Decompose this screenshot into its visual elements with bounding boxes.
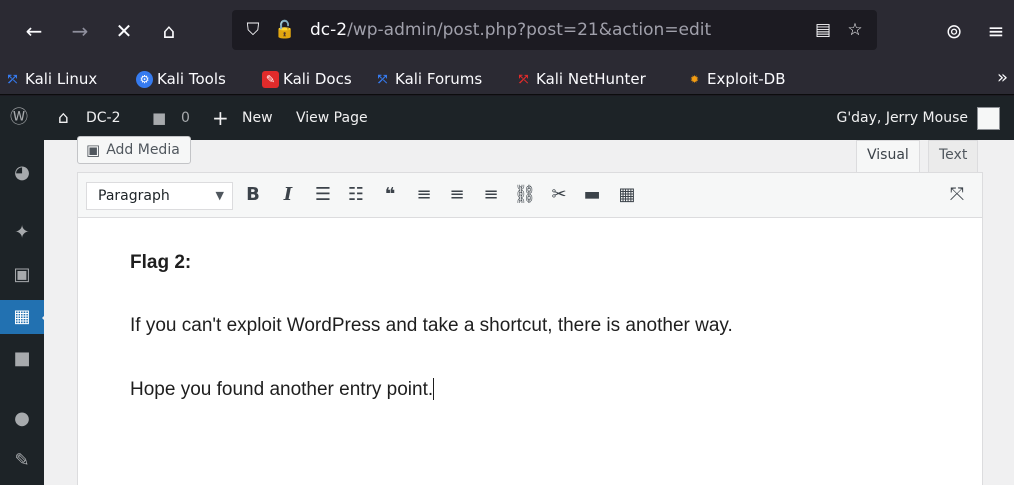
- bookmarks-overflow-icon[interactable]: »: [997, 67, 1008, 88]
- account-greeting[interactable]: G'day, Jerry Mouse: [836, 96, 968, 140]
- add-media-button[interactable]: ▣ Add Media: [77, 136, 191, 164]
- tab-text[interactable]: Text: [928, 140, 979, 172]
- bookmark-kali-tools[interactable]: ⚙ Kali Tools: [136, 68, 226, 90]
- bookmark-kali-forums[interactable]: ⤱ Kali Forums: [374, 68, 482, 90]
- forward-icon[interactable]: →: [66, 17, 94, 45]
- pin-icon[interactable]: ✦: [0, 216, 44, 250]
- bookmark-label: Kali NetHunter: [536, 70, 646, 88]
- comment-icon[interactable]: ■: [152, 96, 166, 140]
- read-more-icon[interactable]: ▬: [579, 181, 605, 209]
- url-bar[interactable]: ⛉ 🔓 dc-2/wp-admin/post.php?post=21&actio…: [232, 10, 877, 50]
- tab-visual[interactable]: Visual: [856, 140, 920, 172]
- italic-icon[interactable]: I: [275, 181, 301, 209]
- view-page-link[interactable]: View Page: [296, 96, 368, 140]
- home-icon[interactable]: ⌂: [155, 17, 183, 45]
- format-select[interactable]: Paragraph ▼: [86, 182, 233, 210]
- content-paragraph: If you can't exploit WordPress and take …: [130, 315, 733, 336]
- add-media-label: Add Media: [106, 142, 180, 158]
- kali-tools-icon: ⚙: [136, 70, 153, 88]
- nethunter-icon: ⤱: [519, 72, 528, 86]
- content-paragraph-text: Hope you found another entry point.: [130, 379, 434, 400]
- site-name-link[interactable]: DC-2: [86, 96, 121, 140]
- toolbar-toggle-icon[interactable]: ▦: [614, 181, 640, 209]
- format-select-value: Paragraph: [98, 188, 170, 204]
- bookmark-label: Exploit-DB: [707, 70, 786, 88]
- wp-admin-bar: Ⓦ ⌂ DC-2 ■ 0 + New View Page G'day, Jerr…: [0, 96, 1014, 140]
- align-right-icon[interactable]: ≡: [478, 181, 504, 209]
- shield-icon[interactable]: ⛉: [242, 19, 264, 41]
- reader-icon[interactable]: ▤: [812, 19, 834, 41]
- link-icon[interactable]: ⛓: [512, 181, 538, 209]
- plus-icon[interactable]: +: [212, 96, 229, 140]
- bullet-list-icon[interactable]: ☰: [310, 181, 336, 209]
- bookmark-kali-linux[interactable]: ⤱ Kali Linux: [4, 68, 97, 90]
- content-paragraph-last: Hope you found another entry point.: [130, 378, 435, 401]
- url-host: dc-2: [310, 20, 348, 40]
- url-path: /wp-admin/post.php?post=21&action=edit: [347, 20, 712, 40]
- comments-menu-icon[interactable]: ■: [0, 342, 44, 376]
- back-icon[interactable]: ←: [20, 17, 48, 45]
- exploitdb-icon: ✹: [689, 72, 700, 86]
- bold-icon[interactable]: B: [240, 181, 266, 209]
- bookmark-exploit-db[interactable]: ✹ Exploit-DB: [686, 68, 786, 90]
- bookmarks-bar: ⤱ Kali Linux ⚙ Kali Tools ✎ Kali Docs ⤱ …: [0, 62, 1014, 95]
- bookmark-label: Kali Docs: [283, 70, 352, 88]
- align-left-icon[interactable]: ≡: [411, 181, 437, 209]
- bookmark-label: Kali Forums: [395, 70, 483, 88]
- wordpress-logo-icon[interactable]: Ⓦ: [10, 96, 28, 140]
- post-editor-area: ▣ Add Media Visual Text Paragraph ▼ B I …: [44, 136, 1014, 485]
- browser-toolbar: ← → ✕ ⌂ ⛉ 🔓 dc-2/wp-admin/post.php?post=…: [0, 0, 1014, 62]
- pocket-icon[interactable]: ⊚: [940, 17, 968, 45]
- unlink-icon[interactable]: ✂: [546, 181, 572, 209]
- fullscreen-icon[interactable]: ⤧: [944, 181, 970, 209]
- bookmark-label: Kali Linux: [25, 70, 98, 88]
- pages-icon[interactable]: ▦: [0, 300, 44, 334]
- admin-sidebar: ◕ ✦ ▣ ▦ ■ ● ✎: [0, 140, 44, 485]
- stop-icon[interactable]: ✕: [110, 17, 138, 45]
- dashboard-icon[interactable]: ◕: [0, 156, 44, 190]
- numbered-list-icon[interactable]: ☷: [343, 181, 369, 209]
- chevron-down-icon: ▼: [215, 189, 224, 202]
- editor-content[interactable]: Flag 2: If you can't exploit WordPress a…: [77, 218, 983, 485]
- home-icon[interactable]: ⌂: [58, 96, 69, 140]
- tools-icon[interactable]: ✎: [0, 444, 44, 478]
- align-center-icon[interactable]: ≡: [444, 181, 470, 209]
- bookmark-kali-nethunter[interactable]: ⤱ Kali NetHunter: [515, 68, 646, 90]
- avatar[interactable]: [977, 107, 1000, 130]
- bookmark-label: Kali Tools: [157, 70, 226, 88]
- comments-count[interactable]: 0: [181, 96, 190, 140]
- kali-dragon-icon: ⤱: [8, 72, 17, 86]
- kali-forums-icon: ⤱: [378, 72, 387, 86]
- star-icon[interactable]: ☆: [844, 19, 866, 41]
- kali-docs-icon: ✎: [262, 70, 279, 88]
- blockquote-icon[interactable]: ❝: [377, 181, 403, 209]
- users-icon[interactable]: ●: [0, 402, 44, 436]
- new-content-link[interactable]: New: [242, 96, 273, 140]
- media-icon: ▣: [86, 141, 101, 159]
- content-heading: Flag 2:: [130, 252, 192, 273]
- bookmark-kali-docs[interactable]: ✎ Kali Docs: [262, 68, 352, 90]
- lock-broken-icon[interactable]: 🔓: [274, 19, 296, 41]
- menu-icon[interactable]: ≡: [982, 17, 1010, 45]
- editor-toolbar: Paragraph ▼ B I ☰ ☷ ❝ ≡ ≡ ≡ ⛓ ✂ ▬ ▦ ⤧: [77, 172, 983, 218]
- url-text[interactable]: dc-2/wp-admin/post.php?post=21&action=ed…: [310, 19, 711, 41]
- media-icon[interactable]: ▣: [0, 258, 44, 292]
- text-cursor: [433, 378, 435, 400]
